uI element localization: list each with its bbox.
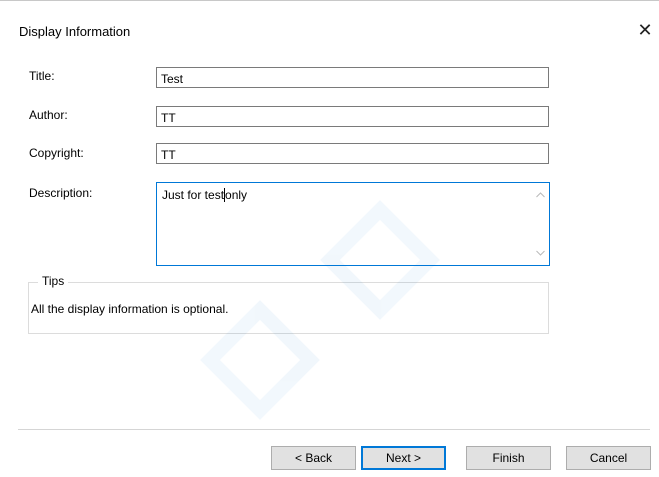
tips-legend: Tips <box>38 274 69 288</box>
dialog-header: Display Information <box>0 1 659 63</box>
author-field[interactable]: TT <box>156 106 549 127</box>
button-divider <box>18 429 650 430</box>
title-field[interactable]: Test <box>156 67 549 88</box>
back-button[interactable]: < Back <box>271 446 356 470</box>
description-text-after-caret: only <box>225 188 248 202</box>
description-text-before-caret: Just for test <box>162 188 225 202</box>
cancel-button[interactable]: Cancel <box>566 446 651 470</box>
author-value: TT <box>161 111 176 125</box>
title-label: Title: <box>29 69 55 83</box>
copyright-value: TT <box>161 148 176 162</box>
description-label: Description: <box>29 186 93 200</box>
description-textarea[interactable]: Just for testonly <box>156 182 550 266</box>
scroll-down-arrow-icon[interactable] <box>533 246 547 260</box>
close-icon[interactable]: ✕ <box>632 14 658 46</box>
scroll-up-arrow-icon[interactable] <box>533 188 547 202</box>
next-button[interactable]: Next > <box>361 446 446 470</box>
copyright-label: Copyright: <box>29 146 84 160</box>
dialog-title: Display Information <box>19 24 131 39</box>
tips-text: All the display information is optional. <box>31 302 229 316</box>
copyright-field[interactable]: TT <box>156 143 549 164</box>
author-label: Author: <box>29 108 68 122</box>
title-value: Test <box>161 72 184 86</box>
finish-button[interactable]: Finish <box>466 446 551 470</box>
